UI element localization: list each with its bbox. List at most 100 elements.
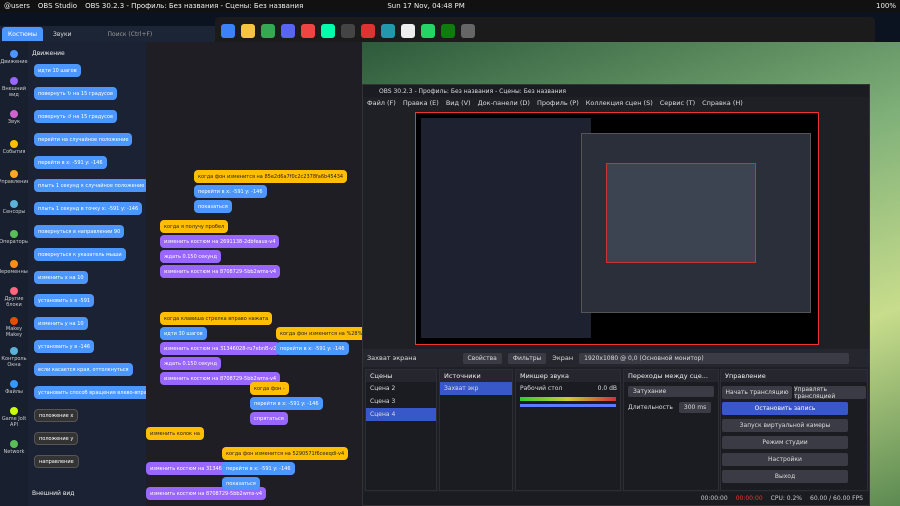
- category-12[interactable]: Game Jolt API: [0, 402, 28, 432]
- menu-item[interactable]: Док-панели (D): [478, 99, 530, 107]
- menu-item[interactable]: Вид (V): [446, 99, 471, 107]
- menu-item[interactable]: Сервис (T): [660, 99, 695, 107]
- category-dot-icon: [10, 346, 18, 355]
- script-block[interactable]: показаться: [222, 477, 260, 490]
- palette-block[interactable]: установить y в -146: [34, 340, 95, 353]
- category-4[interactable]: Управление: [0, 162, 30, 192]
- start-stream-button[interactable]: Начать трансляцию: [722, 386, 792, 399]
- menu-item[interactable]: Коллекция сцен (S): [586, 99, 653, 107]
- palette-block[interactable]: положение x: [34, 409, 79, 422]
- whatsapp-icon[interactable]: [421, 24, 435, 38]
- script-block[interactable]: изменить костюм на 2691138-2dbfeaux-v4: [160, 235, 280, 248]
- stop-record-button[interactable]: Остановить запись: [722, 402, 848, 415]
- preview-canvas[interactable]: [415, 112, 819, 345]
- settings-button[interactable]: Настройки: [722, 453, 848, 466]
- palette-block[interactable]: изменить y на 10: [34, 317, 88, 330]
- menu-item[interactable]: Профиль (P): [537, 99, 579, 107]
- script-block[interactable]: идти 30 шагов: [160, 327, 207, 340]
- transition-select[interactable]: Затухание: [628, 386, 714, 397]
- search-input[interactable]: Поиск (Ctrl+F): [102, 27, 159, 41]
- edge-icon[interactable]: [321, 24, 335, 38]
- yandex-icon[interactable]: [401, 24, 415, 38]
- palette-block[interactable]: повернуть ↻ на 15 градусов: [34, 87, 117, 100]
- palette-block[interactable]: повернуться к указатель мыши: [34, 248, 126, 261]
- scene-item[interactable]: Сцена 4: [366, 408, 436, 421]
- category-10[interactable]: Контроль Окна: [0, 342, 28, 372]
- palette-block[interactable]: идти 10 шагов: [34, 64, 81, 77]
- script-block[interactable]: ждать 0.150 секунд: [160, 250, 221, 263]
- menu-item[interactable]: Справка (H): [702, 99, 743, 107]
- manage-stream-button[interactable]: Управлять трансляцией: [794, 386, 866, 400]
- studio-mode-button[interactable]: Режим студии: [722, 436, 848, 449]
- xbox-icon[interactable]: [441, 24, 455, 38]
- category-5[interactable]: Сенсоры: [0, 192, 28, 222]
- tab-sounds[interactable]: Звуки: [47, 27, 77, 41]
- palette-block[interactable]: плыть 1 секунд в точку x: -591 y: -146: [34, 202, 143, 215]
- category-7[interactable]: Переменные: [0, 252, 31, 282]
- script-block[interactable]: когда фон изменится на %28%2: [276, 327, 370, 340]
- category-1[interactable]: Внешний вид: [0, 72, 28, 102]
- category-11[interactable]: Файлы: [0, 372, 28, 402]
- script-block[interactable]: изменить костюм на 8708729-5bb2wms-v4: [160, 265, 281, 278]
- scene-item[interactable]: Сцена 3: [366, 395, 436, 408]
- script-block[interactable]: когда фон -: [250, 382, 289, 395]
- settings-icon[interactable]: [461, 24, 475, 38]
- files-icon[interactable]: [221, 24, 235, 38]
- source-item[interactable]: Захват экр: [440, 382, 512, 395]
- script-block[interactable]: спрятаться: [250, 412, 288, 425]
- palette-block[interactable]: установить x в -591: [34, 294, 95, 307]
- palette-block[interactable]: положение y: [34, 432, 79, 445]
- opera-icon[interactable]: [301, 24, 315, 38]
- script-block[interactable]: показаться: [194, 200, 232, 213]
- properties-button[interactable]: Свойства: [462, 352, 502, 364]
- palette-block[interactable]: установить способ вращения влево-вправо: [34, 386, 157, 399]
- exit-button[interactable]: Выход: [722, 470, 848, 483]
- script-block[interactable]: перейти в x: -591 y: -146: [194, 185, 267, 198]
- script-block[interactable]: когда клавиша стрелка вправо нажата: [160, 312, 273, 325]
- category-9[interactable]: Makey Makey: [0, 312, 28, 342]
- browser-icon[interactable]: [261, 24, 275, 38]
- mixer-dock: Микшер звука Рабочий стол 0.0 dB: [515, 369, 621, 491]
- category-label: Управление: [0, 178, 30, 185]
- palette-block[interactable]: перейти на случайное положение: [34, 133, 133, 146]
- duration-input[interactable]: 300 ms: [678, 402, 712, 413]
- category-8[interactable]: Другие блоки: [0, 282, 28, 312]
- discord-icon[interactable]: [281, 24, 295, 38]
- palette-block[interactable]: перейти в x: -591 y: -146: [34, 156, 107, 169]
- app-icon[interactable]: [361, 24, 375, 38]
- screen-select[interactable]: 1920x1080 @ 0,0 (Основной монитор): [579, 352, 850, 364]
- category-3[interactable]: События: [0, 132, 28, 162]
- category-6[interactable]: Операторы: [0, 222, 29, 252]
- camera-icon[interactable]: [381, 24, 395, 38]
- filters-button[interactable]: Фильтры: [507, 352, 547, 364]
- menu-item[interactable]: Правка (E): [403, 99, 439, 107]
- palette-block[interactable]: направление: [34, 455, 79, 468]
- palette-block[interactable]: плыть 1 секунд к случайное положение: [34, 179, 149, 192]
- tab-costumes[interactable]: Костюмы: [2, 27, 44, 41]
- script-block[interactable]: перейти в x: -591 y: -146: [222, 462, 295, 475]
- menu-item[interactable]: Файл (F): [367, 99, 396, 107]
- user-label: @users: [4, 2, 30, 10]
- script-block[interactable]: изменить колок на: [146, 427, 204, 440]
- script-block[interactable]: изменить костюм на 31346028-ru7ebnB-v2: [160, 342, 281, 355]
- virtual-cam-button[interactable]: Запуск виртуальной камеры: [722, 419, 848, 432]
- script-block[interactable]: когда фон изменится на 85e2d6a7f0c2c2378…: [194, 170, 348, 183]
- script-block[interactable]: перейти в x: -591 y: -146: [276, 342, 349, 355]
- terminal-icon[interactable]: [341, 24, 355, 38]
- category-dot-icon: [10, 169, 18, 178]
- category-13[interactable]: Network: [0, 432, 28, 462]
- palette-block[interactable]: если касается края, оттолкнуться: [34, 363, 133, 376]
- category-label: Game Jolt API: [1, 415, 27, 428]
- script-block[interactable]: когда я получу пробел: [160, 220, 229, 233]
- scene-item[interactable]: Сцена 2: [366, 382, 436, 395]
- palette-block[interactable]: изменить x на 10: [34, 271, 88, 284]
- script-block[interactable]: когда фон изменится на 5290571f6ceeqdi-v…: [222, 447, 349, 460]
- folder-icon[interactable]: [241, 24, 255, 38]
- category-0[interactable]: Движение: [0, 42, 28, 72]
- script-block[interactable]: ждать 0.150 секунд: [160, 357, 221, 370]
- palette-block[interactable]: повернуть ↺ на 15 градусов: [34, 110, 117, 123]
- script-block[interactable]: перейти в x: -591 y: -146: [250, 397, 323, 410]
- volume-slider[interactable]: [520, 404, 616, 407]
- category-2[interactable]: Звук: [0, 102, 28, 132]
- palette-block[interactable]: повернуться в направлении 90: [34, 225, 125, 238]
